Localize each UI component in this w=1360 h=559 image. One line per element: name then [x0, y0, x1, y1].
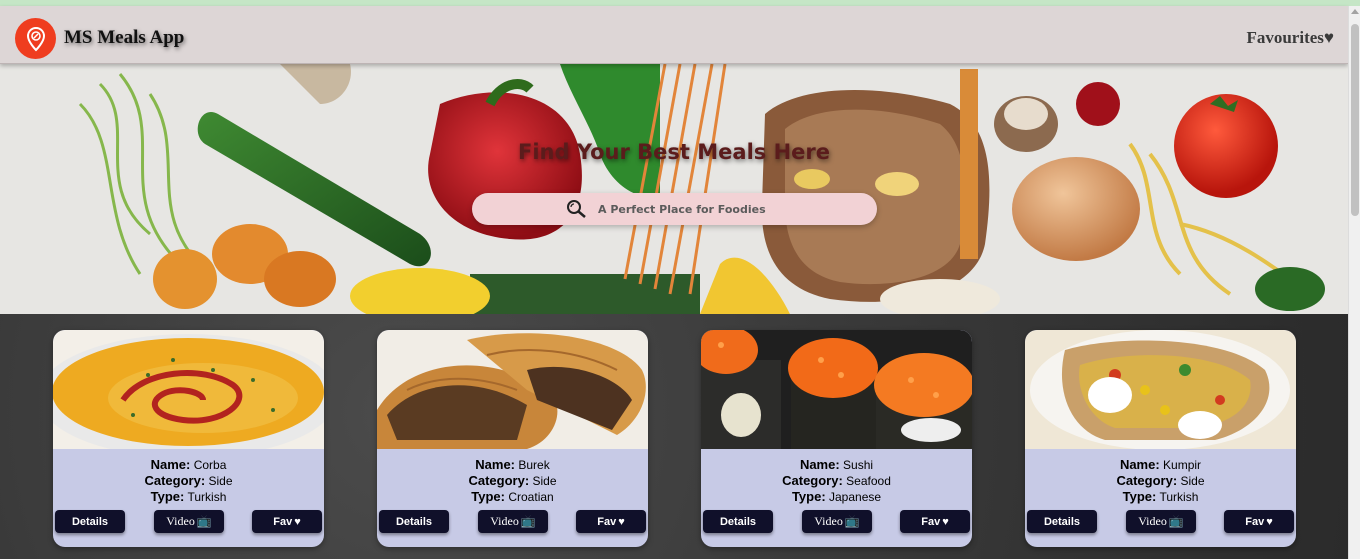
type-label: Type: — [150, 489, 185, 504]
tv-icon: 📺 — [1168, 514, 1184, 528]
category-label: Category: — [782, 473, 843, 488]
video-label: Video — [490, 514, 519, 528]
meal-type: Japanese — [829, 490, 882, 504]
details-button[interactable]: Details — [1027, 510, 1097, 533]
meal-info: Name: Sushi Category: Seafood Type: Japa… — [701, 457, 972, 505]
fav-label: Fav — [1245, 515, 1265, 528]
meal-card: Name: Sushi Category: Seafood Type: Japa… — [701, 330, 972, 547]
meals-list: Name: Corba Category: Side Type: Turkish… — [0, 314, 1348, 559]
fav-label: Fav — [921, 515, 941, 528]
tv-icon: 📺 — [520, 514, 536, 528]
category-label: Category: — [1116, 473, 1178, 488]
video-label: Video — [814, 514, 843, 528]
details-button[interactable]: Details — [379, 510, 449, 533]
meal-name: Kumpir — [1163, 458, 1202, 472]
meal-type: Turkish — [1159, 490, 1199, 504]
location-pin-icon — [26, 26, 45, 51]
type-label: Type: — [791, 489, 826, 504]
page-scrollbar[interactable] — [1348, 6, 1360, 559]
navbar: MS Meals App Favourites♥ — [0, 6, 1348, 64]
fav-button[interactable]: Fav ♥ — [576, 510, 646, 533]
heart-icon: ♥ — [1266, 515, 1273, 528]
category-label: Category: — [144, 473, 206, 488]
meal-name: Sushi — [843, 458, 874, 472]
scrollbar-thumb[interactable] — [1351, 24, 1359, 216]
meal-type: Turkish — [187, 490, 227, 504]
type-label: Type: — [471, 489, 505, 504]
heart-icon: ♥ — [618, 515, 625, 528]
video-button[interactable]: Video 📺 — [478, 510, 548, 533]
favourites-link[interactable]: Favourites♥ — [1246, 28, 1334, 48]
meal-image-pastry[interactable] — [377, 330, 648, 449]
meal-card: Name: Corba Category: Side Type: Turkish… — [53, 330, 324, 547]
hero-heading: Find Your Best Meals Here — [518, 140, 830, 164]
fav-button[interactable]: Fav ♥ — [252, 510, 322, 533]
app-logo-icon[interactable] — [15, 18, 56, 59]
meal-name: Corba — [193, 458, 227, 472]
name-label: Name: — [1119, 457, 1160, 472]
details-button[interactable]: Details — [703, 510, 773, 533]
meal-category: Side — [1180, 474, 1205, 488]
video-label: Video — [166, 514, 195, 528]
fav-button[interactable]: Fav ♥ — [1224, 510, 1294, 533]
meal-card: Name: Burek Category: Side Type: Croatia… — [377, 330, 648, 547]
name-label: Name: — [150, 457, 191, 472]
meal-image-soup[interactable] — [53, 330, 324, 449]
app-title[interactable]: MS Meals App — [64, 27, 184, 49]
fav-label: Fav — [273, 515, 293, 528]
type-label: Type: — [1122, 489, 1157, 504]
fav-label: Fav — [597, 515, 617, 528]
fav-button[interactable]: Fav ♥ — [900, 510, 970, 533]
search-bar[interactable] — [472, 193, 877, 225]
search-input[interactable] — [598, 197, 858, 221]
heart-icon: ♥ — [942, 515, 949, 528]
hero-banner: Find Your Best Meals Here — [0, 64, 1348, 314]
video-button[interactable]: Video 📺 — [1126, 510, 1196, 533]
vegetables-background-image — [0, 64, 1348, 314]
meal-info: Name: Kumpir Category: Side Type: Turkis… — [1025, 457, 1296, 505]
meal-card: Name: Kumpir Category: Side Type: Turkis… — [1025, 330, 1296, 547]
tv-icon: 📺 — [844, 514, 860, 528]
meal-category: Side — [208, 474, 233, 488]
meal-info: Name: Burek Category: Side Type: Croatia… — [377, 457, 648, 505]
meal-type: Croatian — [508, 490, 554, 504]
meal-category: Seafood — [846, 474, 891, 488]
details-button[interactable]: Details — [55, 510, 125, 533]
meal-image-stuffed-potato[interactable] — [1025, 330, 1296, 449]
video-label: Video — [1138, 514, 1167, 528]
heart-icon: ♥ — [294, 515, 301, 528]
meal-info: Name: Corba Category: Side Type: Turkish — [53, 457, 324, 505]
name-label: Name: — [799, 457, 840, 472]
video-button[interactable]: Video 📺 — [154, 510, 224, 533]
tv-icon: 📺 — [196, 514, 212, 528]
category-label: Category: — [468, 473, 530, 488]
meal-image-sushi[interactable] — [701, 330, 972, 449]
meal-category: Side — [532, 474, 557, 488]
meal-name: Burek — [518, 458, 550, 472]
name-label: Name: — [475, 457, 516, 472]
scroll-up-arrow-icon[interactable] — [1351, 9, 1359, 14]
video-button[interactable]: Video 📺 — [802, 510, 872, 533]
